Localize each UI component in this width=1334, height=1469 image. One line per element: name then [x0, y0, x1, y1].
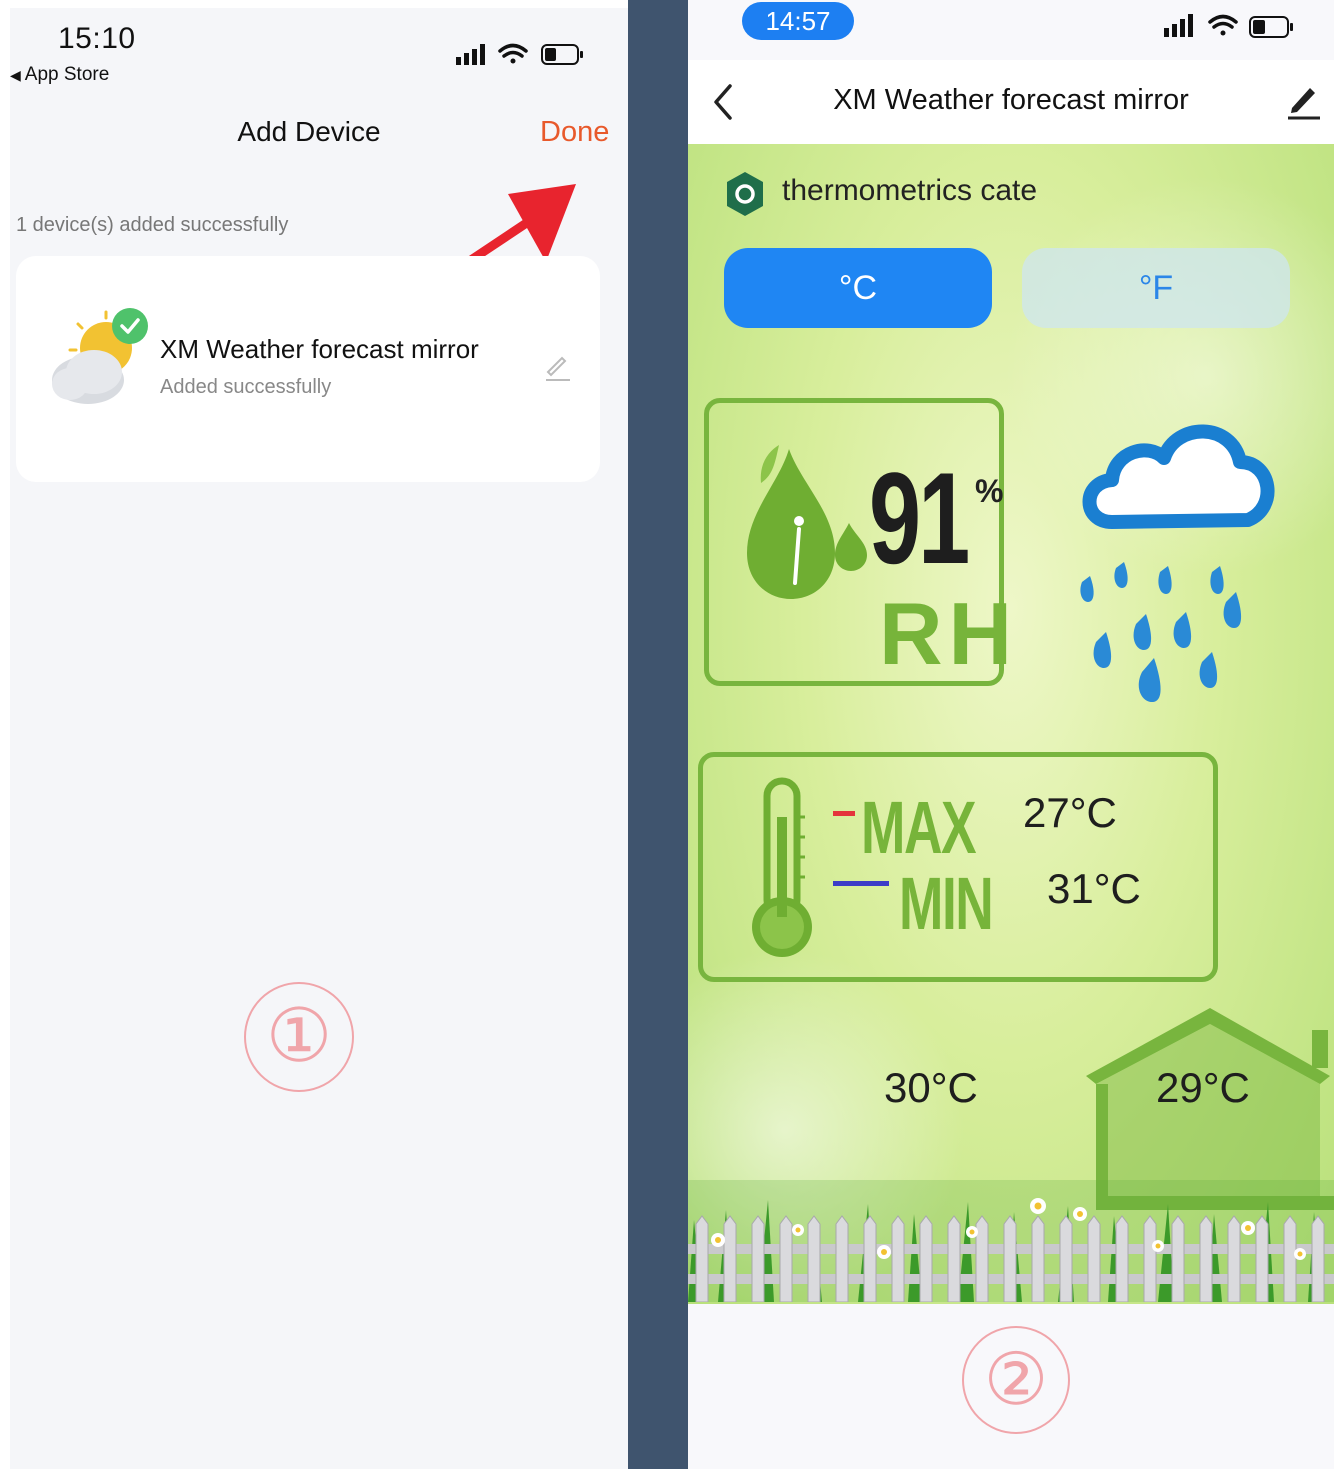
max-label: MAX	[861, 786, 977, 869]
status-time: 15:10	[58, 22, 136, 55]
battery-icon	[1249, 16, 1293, 38]
indoor-temperature: 29°C	[1156, 1064, 1250, 1111]
status-time-pill: 14:57	[742, 2, 854, 40]
wifi-icon	[1208, 14, 1238, 36]
device-title: XM Weather forecast mirror	[833, 84, 1189, 116]
humidity-value: 91	[869, 445, 970, 591]
back-to-app-store[interactable]: ◀ App Store	[10, 64, 109, 86]
temperature-panel: MAX MIN 27°C 31°C	[698, 752, 1218, 982]
step-two-marker: ②	[962, 1326, 1070, 1434]
back-triangle-icon: ◀	[10, 67, 21, 83]
cellular-signal-icon	[1164, 14, 1193, 37]
min-temperature-value: 31°C	[1047, 865, 1141, 912]
sensor-name: thermometrics cate	[782, 174, 1038, 207]
done-button[interactable]: Done	[540, 116, 609, 149]
rain-cloud-icon	[1080, 424, 1275, 702]
sensor-hexagon-icon	[727, 172, 763, 216]
garden-fence-decoration	[688, 1180, 1334, 1302]
outdoor-temperature: 30°C	[884, 1064, 978, 1111]
weather-device-screen: 14:57 XM Weather forecast mirror thermom…	[688, 0, 1334, 1469]
battery-icon	[541, 44, 583, 65]
step-one-marker: ①	[244, 982, 354, 1092]
added-count-text: 1 device(s) added successfully	[16, 214, 289, 236]
nav-bar: XM Weather forecast mirror	[688, 60, 1334, 144]
max-temperature-value: 27°C	[1023, 789, 1117, 836]
panel-divider	[628, 0, 688, 1469]
status-bar-icons	[456, 43, 583, 65]
edit-pencil-icon[interactable]	[1286, 80, 1322, 120]
device-card[interactable]: XM Weather forecast mirror Added success…	[16, 256, 600, 482]
device-status: Added successfully	[160, 376, 332, 398]
fahrenheit-unit-button[interactable]: °F	[1022, 248, 1290, 328]
cellular-signal-icon	[456, 44, 485, 65]
min-indicator-line	[833, 881, 889, 886]
page-title: Add Device	[237, 116, 381, 147]
add-device-screen: 15:10 ◀ App Store Add Device Done 1 devic…	[10, 8, 628, 1469]
device-name: XM Weather forecast mirror	[160, 334, 479, 364]
min-label: MIN	[899, 862, 994, 945]
humidity-unit: %	[975, 473, 1004, 509]
thermometer-icon	[752, 777, 812, 957]
max-indicator-line	[833, 811, 855, 816]
humidity-label: RH	[879, 584, 1019, 683]
water-drop-icon	[747, 445, 867, 599]
edit-pencil-icon[interactable]	[542, 350, 574, 382]
sun-cloud-check-icon	[52, 308, 148, 404]
celsius-unit-button[interactable]: °C	[724, 248, 992, 328]
humidity-panel: 91 % RH	[704, 398, 1012, 686]
back-app-label: App Store	[24, 64, 110, 85]
status-bar-icons	[1164, 14, 1293, 38]
wifi-icon	[498, 43, 528, 64]
